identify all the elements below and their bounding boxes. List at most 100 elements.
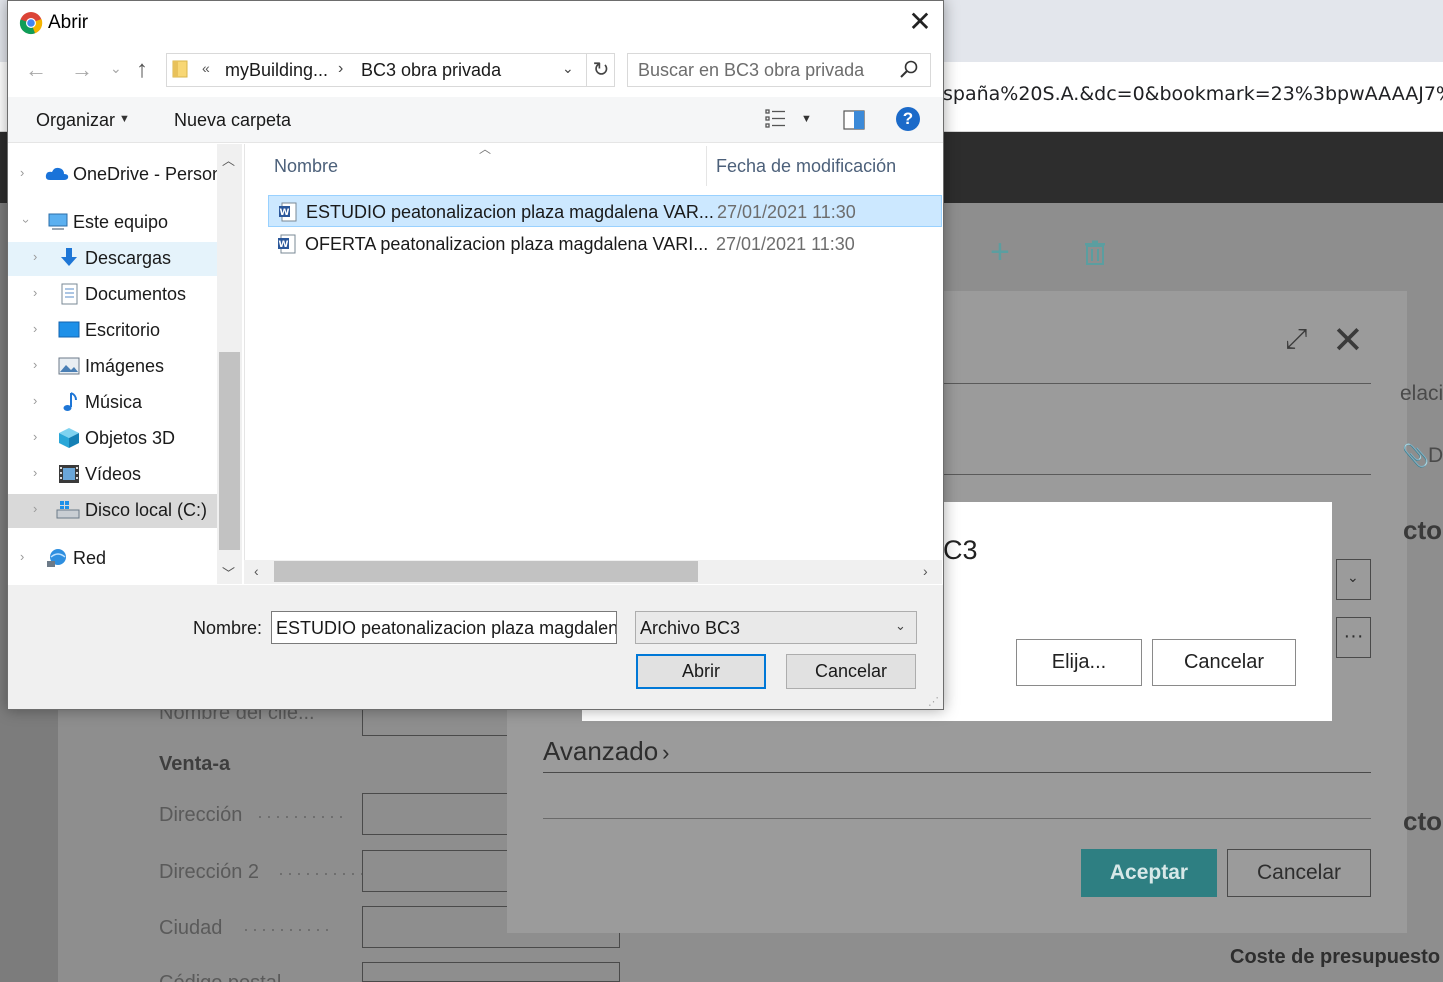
chevron-right-icon[interactable]: › bbox=[33, 393, 37, 408]
browser-url-text[interactable]: spaña%20S.A.&dc=0&bookmark=23%3bpwAAAAJ7… bbox=[943, 83, 1443, 105]
chevron-right-icon[interactable]: › bbox=[33, 321, 37, 336]
divider bbox=[943, 383, 1371, 384]
nav-item-escritorio[interactable]: › Escritorio bbox=[8, 314, 217, 348]
file-row[interactable]: W OFERTA peatonalizacion plaza magdalena… bbox=[268, 228, 942, 260]
close-icon[interactable]: ✕ bbox=[1332, 318, 1364, 363]
attachment-text: D bbox=[1428, 444, 1443, 467]
chevron-down-icon[interactable]: ⌄ bbox=[895, 618, 906, 634]
cancelar-button[interactable]: Cancelar bbox=[1227, 849, 1371, 897]
nav-item-label: Descargas bbox=[85, 248, 172, 268]
downloads-icon bbox=[58, 247, 80, 269]
onedrive-icon bbox=[44, 163, 69, 185]
file-name-input[interactable]: ESTUDIO peatonalizacion plaza magdalena … bbox=[271, 611, 617, 644]
nueva-carpeta-button[interactable]: Nueva carpeta bbox=[174, 110, 291, 131]
nav-item-disco-local[interactable]: › Disco local (C:) bbox=[8, 494, 217, 528]
preview-pane-icon[interactable] bbox=[843, 110, 865, 130]
caret-down-icon[interactable]: ▼ bbox=[801, 113, 812, 125]
documents-icon bbox=[58, 283, 80, 305]
refresh-icon[interactable]: ↻ bbox=[586, 53, 615, 87]
chevron-right-icon[interactable]: › bbox=[923, 563, 928, 579]
chevron-down-icon[interactable]: › bbox=[19, 219, 34, 223]
organizar-menu[interactable]: Organizar bbox=[36, 110, 115, 131]
chevron-right-icon[interactable]: › bbox=[33, 357, 37, 372]
dialog-footer bbox=[8, 585, 943, 709]
chevron-right-icon[interactable]: › bbox=[338, 60, 343, 78]
divider bbox=[543, 772, 1371, 773]
chevron-right-icon[interactable]: › bbox=[33, 285, 37, 300]
chevron-right-icon[interactable]: › bbox=[33, 249, 37, 264]
column-divider[interactable] bbox=[706, 146, 707, 186]
search-icon[interactable] bbox=[899, 59, 919, 79]
network-icon bbox=[46, 547, 68, 569]
nav-item-label: Imágenes bbox=[85, 356, 165, 376]
horizontal-scroll-thumb[interactable] bbox=[274, 561, 698, 582]
paperclip-icon[interactable]: 📎 bbox=[1402, 443, 1429, 469]
view-details-icon[interactable] bbox=[765, 108, 787, 130]
nav-item-label: OneDrive - Person bbox=[73, 164, 223, 184]
svg-text:W: W bbox=[279, 240, 289, 250]
breadcrumb-item[interactable]: BC3 obra privada bbox=[361, 60, 501, 81]
resize-grip-icon[interactable]: ⋰ bbox=[928, 695, 939, 708]
column-header-fecha[interactable]: Fecha de modificación bbox=[716, 156, 896, 177]
computer-icon bbox=[46, 211, 68, 233]
nav-item-onedrive[interactable]: › OneDrive - Person bbox=[8, 158, 222, 192]
nav-item-documentos[interactable]: › Documentos bbox=[8, 278, 217, 312]
label-dots: ·········· bbox=[278, 863, 368, 883]
back-arrow-icon[interactable]: ← bbox=[25, 57, 47, 83]
svg-text:W: W bbox=[280, 208, 290, 218]
file-type-select[interactable]: Archivo BC3 bbox=[635, 611, 917, 644]
chevron-right-icon[interactable]: › bbox=[20, 165, 24, 180]
recent-locations-icon[interactable]: ⌄ bbox=[110, 60, 122, 77]
column-header-nombre[interactable]: Nombre bbox=[274, 156, 338, 177]
chevron-left-icon[interactable]: ‹ bbox=[254, 563, 259, 579]
chevron-up-icon[interactable]: ︿ bbox=[222, 150, 235, 169]
help-icon[interactable]: ? bbox=[896, 107, 920, 131]
label-dots: ·········· bbox=[257, 806, 347, 826]
avanzado-label: Avanzado bbox=[543, 736, 659, 766]
chevron-right-icon[interactable]: › bbox=[33, 429, 37, 444]
up-arrow-icon[interactable]: ↑ bbox=[136, 56, 148, 84]
address-overflow[interactable]: « bbox=[202, 60, 210, 76]
section-heading-fragment: cto bbox=[1403, 515, 1442, 545]
chevron-down-icon[interactable]: ⌄ bbox=[562, 60, 574, 77]
divider bbox=[943, 474, 1371, 475]
close-icon[interactable]: ✕ bbox=[903, 6, 937, 40]
abrir-button[interactable]: Abrir bbox=[636, 654, 766, 689]
nav-item-este-equipo[interactable]: › Este equipo bbox=[8, 206, 217, 240]
chevron-right-icon[interactable]: › bbox=[33, 465, 37, 480]
forward-arrow-icon[interactable]: → bbox=[71, 57, 93, 83]
caret-down-icon[interactable]: ▼ bbox=[119, 113, 130, 125]
chevron-right-icon[interactable]: › bbox=[33, 501, 37, 516]
lookup-button[interactable]: ··· bbox=[1336, 617, 1371, 658]
nav-item-imagenes[interactable]: › Imágenes bbox=[8, 350, 217, 384]
chevron-right-icon[interactable]: › bbox=[20, 549, 24, 564]
breadcrumb-item[interactable]: myBuilding... bbox=[225, 60, 328, 81]
relacion-text: elaci bbox=[1400, 382, 1443, 405]
import-cancel-button[interactable]: Cancelar bbox=[1152, 639, 1296, 686]
chevron-down-icon[interactable]: ﹀ bbox=[222, 563, 235, 582]
trash-icon[interactable] bbox=[1083, 240, 1107, 266]
search-input[interactable]: Buscar en BC3 obra privada bbox=[638, 60, 864, 81]
direccion2-label: Dirección 2 bbox=[159, 861, 260, 883]
elija-button[interactable]: Elija... bbox=[1016, 639, 1142, 686]
file-row[interactable]: W ESTUDIO peatonalizacion plaza magdalen… bbox=[268, 195, 942, 227]
import-dialog-title: C3 bbox=[943, 535, 978, 565]
nav-scroll-thumb[interactable] bbox=[219, 352, 240, 550]
folder-icon bbox=[172, 60, 188, 78]
expand-icon[interactable]: ⤢ bbox=[1285, 323, 1307, 356]
nav-item-objetos-3d[interactable]: › Objetos 3D bbox=[8, 422, 217, 456]
nav-item-red[interactable]: › Red bbox=[8, 542, 217, 576]
avanzado-toggle[interactable]: Avanzado › bbox=[543, 736, 670, 767]
nav-item-descargas[interactable]: › Descargas bbox=[8, 242, 217, 276]
cancelar-button[interactable]: Cancelar bbox=[786, 654, 916, 689]
chevron-down-icon[interactable]: ⌄ bbox=[596, 618, 607, 634]
dropdown-select[interactable]: ⌄ bbox=[1336, 559, 1371, 600]
nav-item-videos[interactable]: › Vídeos bbox=[8, 458, 217, 492]
nav-item-musica[interactable]: › Música bbox=[8, 386, 217, 420]
aceptar-button[interactable]: Aceptar bbox=[1081, 849, 1217, 897]
codigo-postal-label: Código postal bbox=[159, 972, 281, 982]
local-disk-icon bbox=[56, 499, 80, 521]
add-icon[interactable]: + bbox=[990, 233, 1010, 272]
direccion-label: Dirección bbox=[159, 804, 243, 826]
codigo-postal-field[interactable] bbox=[362, 962, 620, 982]
